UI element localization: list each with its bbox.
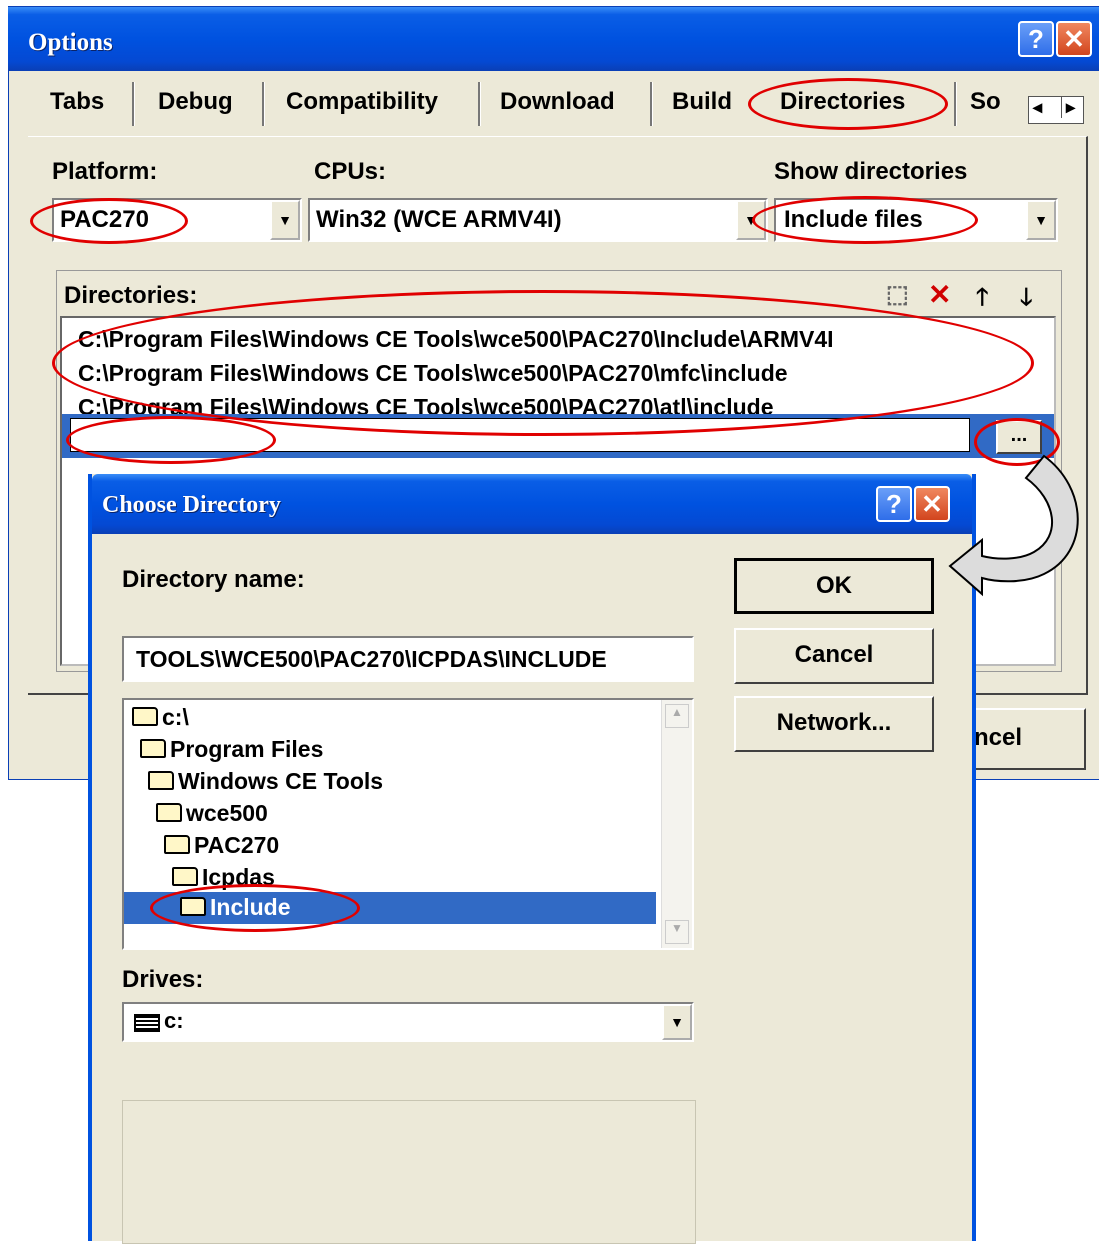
show-directories-value: Include files [784, 206, 923, 233]
directory-row[interactable]: C:\Program Files\Windows CE Tools\wce500… [78, 326, 834, 353]
drive-icon [134, 1014, 160, 1032]
new-directory-input[interactable] [70, 418, 970, 452]
cpus-select[interactable]: Win32 (WCE ARMV4I) ▼ [308, 198, 768, 242]
directory-name-label: Directory name: [122, 566, 305, 593]
drives-select[interactable]: c: ▼ [122, 1002, 694, 1042]
tree-item-windows-ce-tools[interactable]: Windows CE Tools [148, 768, 383, 795]
folder-open-icon [164, 835, 190, 854]
cancel-button[interactable]: Cancel [734, 628, 934, 684]
folder-open-icon [132, 707, 158, 726]
drives-label: Drives: [122, 966, 204, 993]
ok-button[interactable]: OK [734, 558, 934, 614]
options-titlebar: Options ? ✕ [8, 7, 1099, 71]
tree-item-wce500[interactable]: wce500 [156, 800, 268, 827]
tab-separator [650, 82, 653, 126]
curved-arrow-icon [948, 454, 1079, 597]
folder-open-icon [180, 897, 206, 916]
tree-item-icpdas[interactable]: Icpdas [172, 864, 275, 891]
tab-debug[interactable]: Debug [158, 88, 233, 116]
scroll-up-icon[interactable]: ▲ [665, 704, 689, 728]
drive-value: c: [164, 1008, 184, 1033]
directory-row[interactable]: C:\Program Files\Windows CE Tools\wce500… [78, 394, 774, 414]
choose-titlebar: Choose Directory ? ✕ [92, 474, 972, 534]
tree-item-pac270[interactable]: PAC270 [164, 832, 279, 859]
platform-select[interactable]: PAC270 ▼ [52, 198, 302, 242]
cpus-label: CPUs: [314, 158, 387, 185]
folder-open-icon [172, 867, 198, 886]
delete-icon[interactable]: ✕ [928, 278, 951, 311]
platform-label: Platform: [52, 158, 158, 185]
chevron-down-icon[interactable]: ▼ [662, 1004, 692, 1040]
tab-scroll-buttons: ◂ ▸ [1028, 96, 1084, 124]
network-button[interactable]: Network... [734, 696, 934, 752]
tab-separator [478, 82, 481, 126]
options-close-button[interactable]: ✕ [1056, 21, 1092, 57]
chevron-down-icon[interactable]: ▼ [270, 200, 300, 240]
tab-compatibility[interactable]: Compatibility [286, 88, 438, 116]
choose-help-button[interactable]: ? [876, 486, 912, 522]
chevron-down-icon[interactable]: ▼ [736, 200, 766, 240]
folder-open-icon [156, 803, 182, 822]
new-directory-row: ... [62, 414, 1054, 458]
tree-item-include: Include [180, 894, 291, 921]
tab-directories[interactable]: Directories [780, 88, 905, 116]
tab-build[interactable]: Build [672, 88, 732, 116]
tab-separator [262, 82, 265, 126]
choose-title: Choose Directory [102, 492, 281, 518]
folder-tree[interactable]: c:\ Program Files Windows CE Tools wce50… [122, 698, 694, 950]
tab-source[interactable]: So [970, 88, 1001, 116]
folder-open-icon [140, 739, 166, 758]
tab-tabs[interactable]: Tabs [50, 88, 104, 116]
tree-item-program-files[interactable]: Program Files [140, 736, 323, 763]
scroll-down-icon[interactable]: ▼ [665, 920, 689, 944]
tree-scrollbar[interactable]: ▲ ▼ [661, 700, 692, 948]
info-panel [122, 1100, 696, 1244]
tree-item-c[interactable]: c:\ [132, 704, 189, 731]
new-folder-icon[interactable]: ⬚ [886, 280, 909, 309]
tab-scroll-right-icon[interactable]: ▸ [1061, 97, 1075, 118]
cancel-partial-label: ncel [973, 724, 1022, 751]
directory-name-value: TOOLS\WCE500\PAC270\ICPDAS\INCLUDE [136, 646, 607, 672]
directory-name-field[interactable]: TOOLS\WCE500\PAC270\ICPDAS\INCLUDE [122, 636, 694, 682]
options-help-button[interactable]: ? [1018, 21, 1054, 57]
show-directories-label: Show directories [774, 158, 968, 185]
move-down-icon[interactable]: 🡓 [1020, 280, 1032, 321]
tab-download[interactable]: Download [500, 88, 615, 116]
tab-scroll-left-icon[interactable]: ◂ [1033, 97, 1042, 118]
cpus-value: Win32 (WCE ARMV4I) [316, 206, 562, 233]
directory-row[interactable]: C:\Program Files\Windows CE Tools\wce500… [78, 360, 788, 387]
options-title: Options [28, 29, 113, 56]
tab-separator [132, 82, 135, 126]
tab-separator [954, 82, 957, 126]
tree-item-include-selected[interactable]: Include [124, 892, 656, 924]
directories-label: Directories: [64, 282, 198, 309]
folder-open-icon [148, 771, 174, 790]
show-directories-select[interactable]: Include files ▼ [774, 198, 1058, 242]
chevron-down-icon[interactable]: ▼ [1026, 200, 1056, 240]
platform-value: PAC270 [60, 206, 149, 233]
move-up-icon[interactable]: 🡑 [976, 280, 988, 321]
